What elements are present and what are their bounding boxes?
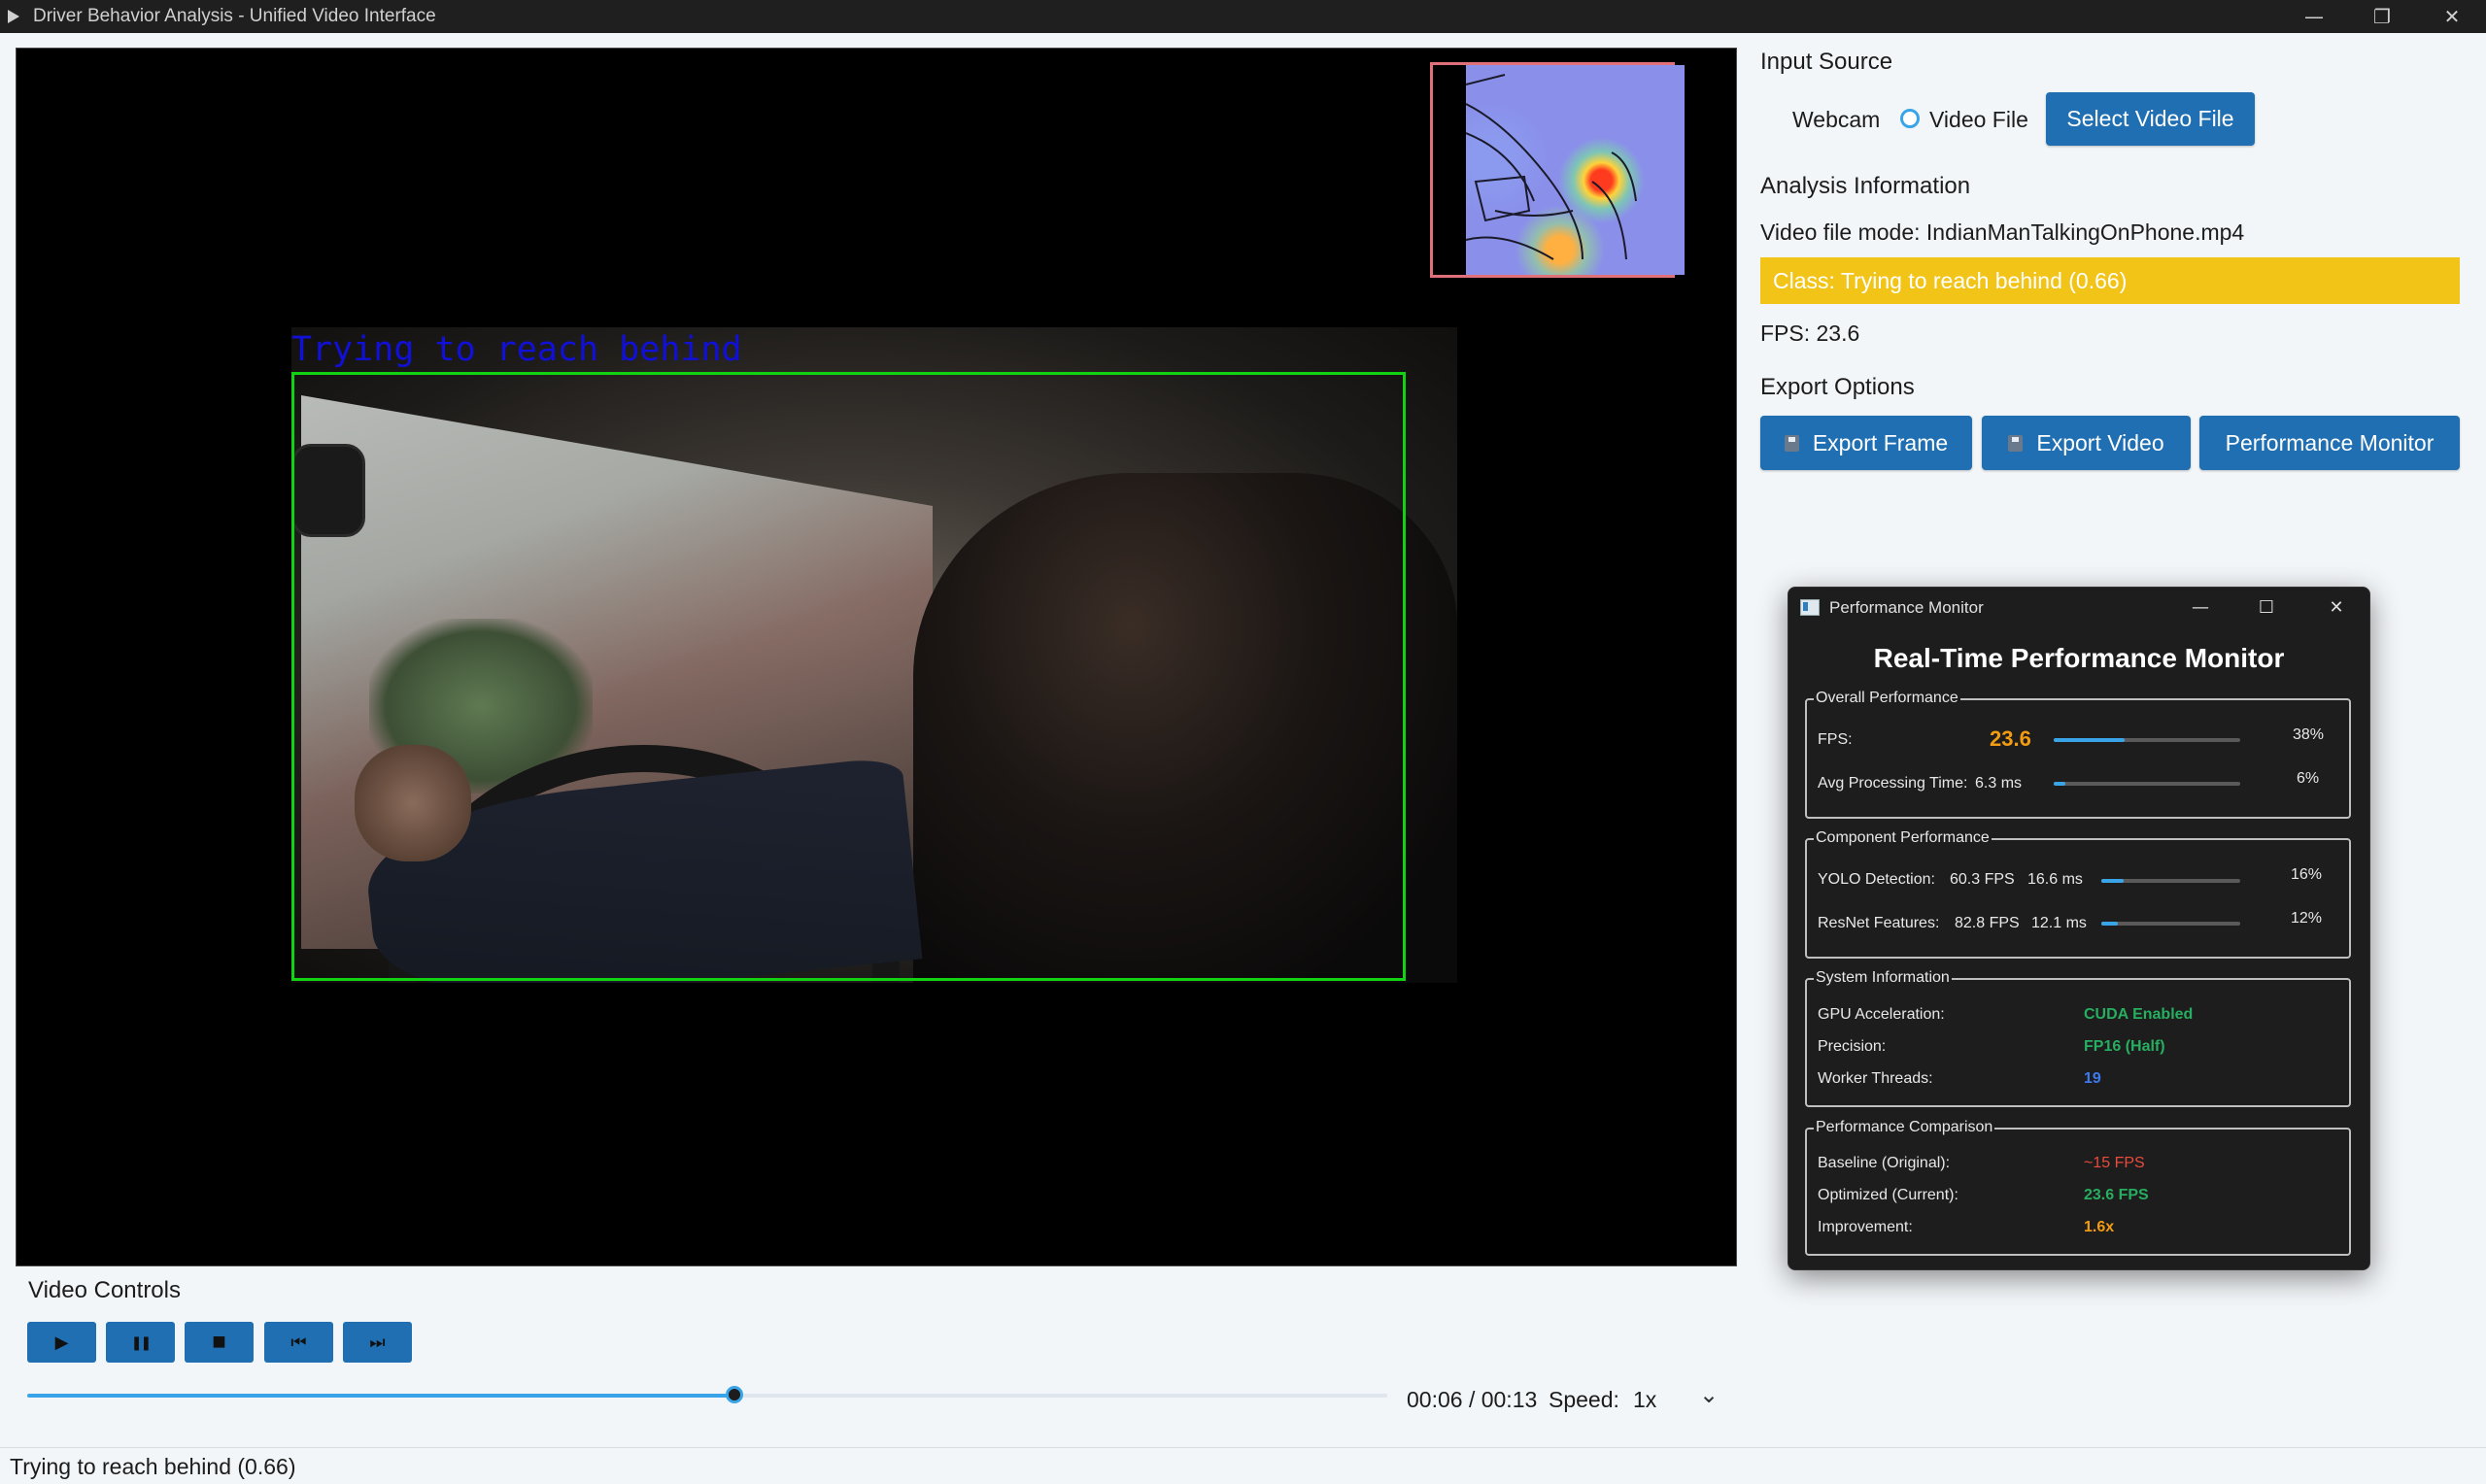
- baseline-value: ~15 FPS: [2084, 1155, 2145, 1171]
- chevron-down-icon: ⌄: [1699, 1381, 1720, 1408]
- yolo-label: YOLO Detection:: [1818, 871, 1935, 888]
- title-bar: Driver Behavior Analysis - Unified Video…: [0, 0, 2486, 33]
- webcam-radio-label[interactable]: Webcam: [1792, 107, 1880, 133]
- fps-bar-fill: [2054, 738, 2125, 742]
- fps-readout: FPS: 23.6: [1760, 320, 1860, 346]
- input-source-title: Input Source: [1760, 49, 1893, 75]
- resnet-percent: 12%: [2291, 910, 2323, 927]
- detection-bounding-box: [291, 372, 1406, 981]
- video-file-radio[interactable]: [1900, 109, 1920, 128]
- export-video-button[interactable]: Export Video: [1982, 416, 2191, 470]
- gpu-value: CUDA Enabled: [2084, 1006, 2194, 1023]
- gpu-label: GPU Acceleration:: [1818, 1006, 1945, 1023]
- time-readout: 00:06 / 00:13: [1407, 1387, 1538, 1412]
- attention-heatmap: [1430, 62, 1685, 278]
- window-icon: [1800, 599, 1820, 616]
- overall-performance-group: Overall Performance FPS: 23.6 38% Avg Pr…: [1805, 690, 2351, 819]
- pm-window-title: Performance Monitor: [1829, 598, 1984, 617]
- class-text: Class: Trying to reach behind (0.66): [1773, 267, 2128, 293]
- export-video-label: Export Video: [2036, 429, 2164, 455]
- overall-performance-title: Overall Performance: [1814, 690, 1960, 707]
- system-information-group: System Information GPU Acceleration: CUD…: [1805, 969, 2351, 1107]
- seek-progress: [27, 1394, 734, 1398]
- export-options-title: Export Options: [1760, 374, 1915, 400]
- fps-percent: 38%: [2293, 726, 2325, 743]
- yolo-bar: [2101, 879, 2240, 883]
- resnet-bar: [2101, 922, 2240, 926]
- performance-comparison-group: Performance Comparison Baseline (Origina…: [1805, 1119, 2351, 1256]
- window-title: Driver Behavior Analysis - Unified Video…: [33, 6, 436, 26]
- yolo-ms: 16.6 ms: [2027, 871, 2083, 888]
- save-icon: [2008, 434, 2024, 452]
- video-file-radio-label[interactable]: Video File: [1929, 107, 2028, 133]
- export-frame-button[interactable]: Export Frame: [1760, 416, 1972, 470]
- precision-label: Precision:: [1818, 1038, 1887, 1055]
- fps-value: 23.6: [1990, 726, 2031, 751]
- improvement-label: Improvement:: [1818, 1219, 1913, 1235]
- skip-back-icon: ⏮: [290, 1332, 307, 1352]
- play-button[interactable]: ▶: [27, 1322, 96, 1363]
- component-performance-title: Component Performance: [1814, 829, 1992, 847]
- next-button[interactable]: ⏭: [343, 1322, 412, 1363]
- worker-threads-value: 19: [2084, 1070, 2101, 1087]
- baseline-label: Baseline (Original):: [1818, 1155, 1951, 1171]
- pm-close-button[interactable]: ✕: [2307, 591, 2366, 623]
- avg-processing-bar-fill: [2054, 782, 2065, 786]
- fps-label: FPS:: [1818, 731, 1853, 748]
- pm-heading: Real-Time Performance Monitor: [1873, 643, 2285, 673]
- speed-select[interactable]: 1x ⌄: [1627, 1377, 1724, 1420]
- video-controls-title: Video Controls: [28, 1277, 181, 1303]
- speed-label: Speed:: [1549, 1387, 1619, 1412]
- avg-processing-percent: 6%: [2297, 770, 2320, 787]
- precision-value: FP16 (Half): [2084, 1038, 2165, 1055]
- class-banner: Class: Trying to reach behind (0.66): [1760, 257, 2460, 304]
- avg-processing-label: Avg Processing Time:: [1818, 775, 1968, 792]
- minimize-button[interactable]: —: [2280, 0, 2348, 33]
- select-video-file-button[interactable]: Select Video File: [2046, 92, 2255, 146]
- app-icon: [8, 10, 19, 23]
- restore-button[interactable]: ❐: [2348, 0, 2416, 33]
- optimized-label: Optimized (Current):: [1818, 1187, 1958, 1203]
- seek-thumb[interactable]: [726, 1386, 743, 1403]
- worker-threads-label: Worker Threads:: [1818, 1070, 1933, 1087]
- close-button[interactable]: ✕: [2418, 0, 2486, 33]
- performance-monitor-button[interactable]: Performance Monitor: [2199, 416, 2460, 470]
- detection-label: Trying to reach behind: [291, 330, 742, 369]
- performance-comparison-title: Performance Comparison: [1814, 1119, 1995, 1136]
- resnet-ms: 12.1 ms: [2031, 915, 2087, 931]
- status-bar: Trying to reach behind (0.66): [0, 1447, 2486, 1484]
- yolo-fps: 60.3 FPS: [1950, 871, 2015, 888]
- stop-button[interactable]: ■: [185, 1322, 254, 1363]
- system-information-title: System Information: [1814, 969, 1952, 987]
- pause-button[interactable]: ❚❚: [106, 1322, 175, 1363]
- improvement-value: 1.6x: [2084, 1219, 2115, 1235]
- skip-forward-icon: ⏭: [369, 1332, 386, 1352]
- optimized-value: 23.6 FPS: [2084, 1187, 2149, 1203]
- resnet-bar-fill: [2101, 922, 2119, 926]
- yolo-percent: 16%: [2291, 866, 2323, 883]
- pm-minimize-button[interactable]: —: [2171, 591, 2230, 623]
- avg-processing-bar: [2054, 782, 2240, 786]
- play-icon: ▶: [54, 1332, 69, 1352]
- component-performance-group: Component Performance YOLO Detection: 60…: [1805, 829, 2351, 959]
- resnet-fps: 82.8 FPS: [1955, 915, 2020, 931]
- video-file-mode: Video file mode: IndianManTalkingOnPhone…: [1760, 219, 2245, 245]
- pause-icon: ❚❚: [130, 1333, 153, 1350]
- speed-value: 1x: [1633, 1387, 1657, 1412]
- avg-processing-value: 6.3 ms: [1975, 775, 2023, 792]
- heatmap-edges: [1466, 74, 1637, 260]
- fps-bar: [2054, 738, 2240, 742]
- performance-monitor-window[interactable]: Performance Monitor — ☐ ✕ Real-Time Perf…: [1788, 587, 2370, 1270]
- save-icon: [1784, 434, 1799, 452]
- pm-maximize-button[interactable]: ☐: [2237, 591, 2296, 623]
- analysis-info-title: Analysis Information: [1760, 173, 1971, 199]
- previous-button[interactable]: ⏮: [264, 1322, 333, 1363]
- status-text: Trying to reach behind (0.66): [10, 1454, 296, 1479]
- stop-icon: ■: [212, 1329, 226, 1355]
- export-frame-label: Export Frame: [1812, 429, 1949, 455]
- resnet-label: ResNet Features:: [1818, 915, 1940, 931]
- yolo-bar-fill: [2101, 879, 2124, 883]
